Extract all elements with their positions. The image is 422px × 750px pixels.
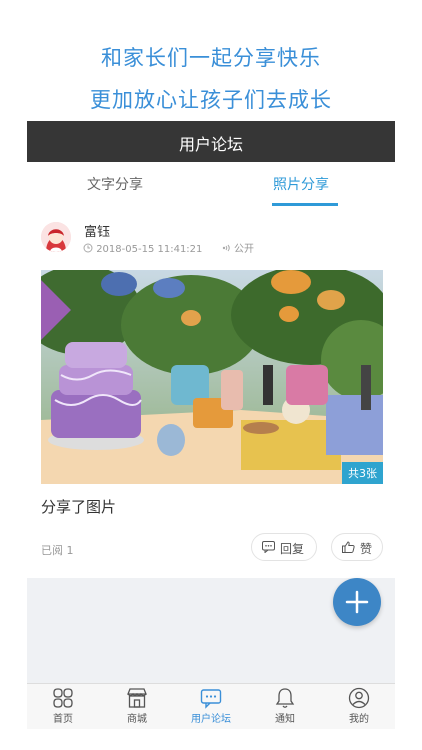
page-title: 用户论坛 <box>178 135 243 154</box>
thumbs-up-icon <box>342 541 355 556</box>
post-timestamp: 2018-05-15 11:41:21 <box>96 244 203 255</box>
post-meta: 2018-05-15 11:41:21 公开 <box>83 240 254 255</box>
nav-item-home[interactable]: 首页 <box>33 687 93 725</box>
photo-illustration <box>41 270 383 484</box>
nav-label-forum: 用户论坛 <box>191 714 231 725</box>
user-icon <box>348 687 370 709</box>
bottom-nav: 首页 商城 用户论坛 通知 我的 <box>27 683 395 729</box>
tab-bar: 文字分享 照片分享 <box>27 162 395 208</box>
nav-item-profile[interactable]: 我的 <box>329 687 389 725</box>
home-grid-icon <box>53 688 73 708</box>
nav-label-notifications: 通知 <box>275 714 295 725</box>
comment-icon <box>262 541 275 556</box>
post-text: 分享了图片 <box>41 498 117 516</box>
active-tab-indicator <box>272 203 338 206</box>
shop-icon <box>127 688 147 708</box>
post-username[interactable]: 富钰 <box>84 221 110 240</box>
broadcast-icon <box>221 244 234 255</box>
forum-icon <box>200 689 222 709</box>
nav-item-shop[interactable]: 商城 <box>107 687 167 725</box>
image-count-badge: 共3张 <box>342 462 383 484</box>
bell-icon <box>275 688 295 708</box>
nav-label-shop: 商城 <box>127 714 147 725</box>
like-button[interactable]: 赞 <box>331 533 383 561</box>
nav-label-profile: 我的 <box>349 714 369 725</box>
post-photo[interactable]: 共3张 <box>41 270 383 484</box>
tab-text-share[interactable]: 文字分享 <box>87 174 143 194</box>
post-card: 富钰 2018-05-15 11:41:21 公开 共3张 分享了图片 已阅 1… <box>27 208 395 578</box>
reply-label: 回复 <box>280 542 305 556</box>
plus-icon <box>345 590 369 614</box>
read-count: 已阅 1 <box>41 544 74 557</box>
nav-label-home: 首页 <box>53 714 73 725</box>
nav-item-notifications[interactable]: 通知 <box>255 687 315 725</box>
tab-photo-share[interactable]: 照片分享 <box>273 174 329 194</box>
promo-banner: 和家长们一起分享快乐 更加放心让孩子们去成长 <box>0 0 422 120</box>
avatar[interactable] <box>41 222 71 252</box>
promo-line-1: 和家长们一起分享快乐 <box>101 46 321 70</box>
clock-icon <box>83 243 96 255</box>
add-post-button[interactable] <box>333 578 381 626</box>
post-visibility: 公开 <box>233 244 254 255</box>
title-bar: 用户论坛 <box>27 121 395 162</box>
reply-button[interactable]: 回复 <box>251 533 317 561</box>
app-screen: 用户论坛 文字分享 照片分享 富钰 2018-05-15 11:41:21 公开… <box>27 121 395 729</box>
like-label: 赞 <box>360 542 373 556</box>
promo-line-2: 更加放心让孩子们去成长 <box>90 88 332 112</box>
nav-item-forum[interactable]: 用户论坛 <box>181 687 241 725</box>
